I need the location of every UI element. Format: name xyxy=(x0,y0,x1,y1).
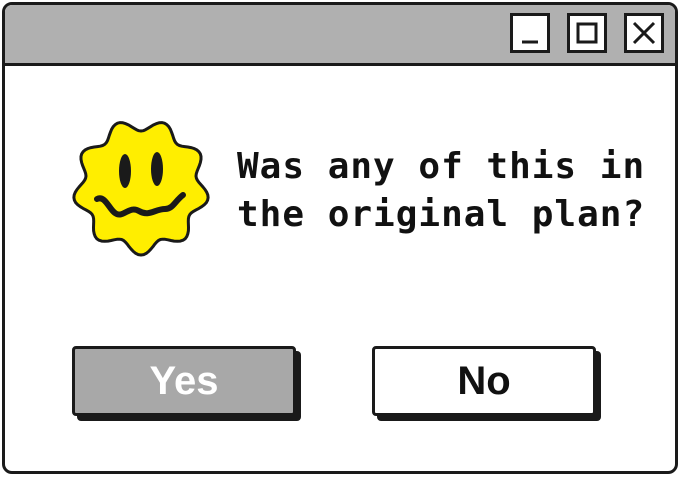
maximize-button[interactable] xyxy=(567,13,607,53)
minimize-button[interactable] xyxy=(510,13,550,53)
dialog-window: Was any of this in the original plan? Ye… xyxy=(2,2,678,474)
message-line-1: Was any of this in xyxy=(237,146,646,187)
no-button[interactable]: No xyxy=(372,346,596,416)
minimize-icon xyxy=(522,40,538,44)
message-line-2: the original plan? xyxy=(237,194,646,235)
yes-button[interactable]: Yes xyxy=(72,346,296,416)
maximize-icon xyxy=(576,22,598,44)
wavy-smiley-face-icon xyxy=(72,121,210,257)
dialog-message: Was any of this in the original plan? xyxy=(237,143,657,239)
close-icon xyxy=(632,21,656,45)
close-button[interactable] xyxy=(624,13,664,53)
title-bar[interactable] xyxy=(5,5,675,66)
